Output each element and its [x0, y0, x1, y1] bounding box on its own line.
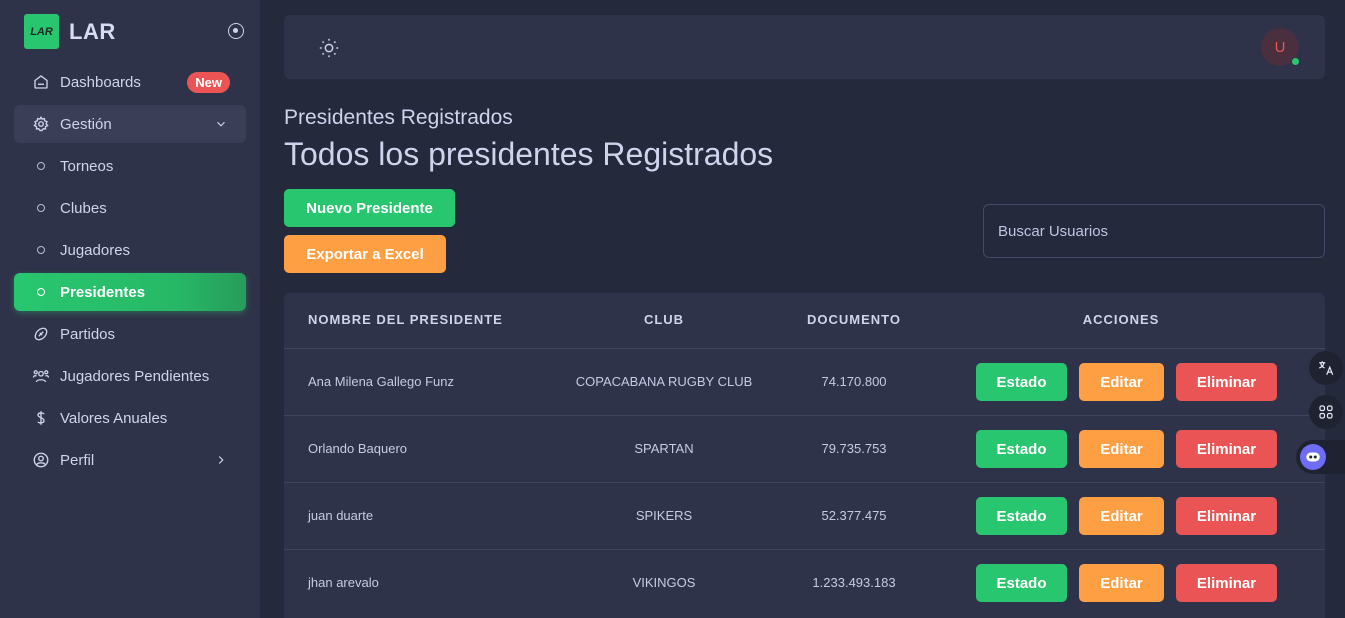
bot-face-icon — [1300, 444, 1326, 470]
sidebar-item-dashboards[interactable]: Dashboards New — [14, 63, 246, 101]
status-button[interactable]: Estado — [976, 497, 1067, 535]
page-title: Todos los presidentes Registrados — [284, 136, 774, 172]
sun-icon[interactable] — [318, 37, 340, 59]
sidebar-item-torneos[interactable]: Torneos — [14, 147, 246, 185]
sidebar-item-jugadores-pendientes[interactable]: Jugadores Pendientes — [14, 357, 246, 395]
delete-button[interactable]: Eliminar — [1176, 430, 1277, 468]
user-circle-icon — [32, 451, 50, 469]
delete-button[interactable]: Eliminar — [1176, 564, 1277, 602]
apps-grid-icon[interactable] — [1309, 395, 1343, 429]
gear-icon — [32, 115, 50, 133]
club-name: COPACABANA RUGBY CLUB — [575, 374, 753, 389]
sidebar-item-presidentes[interactable]: Presidentes — [14, 273, 246, 311]
document-number: 1.233.493.183 — [812, 575, 896, 590]
export-excel-button[interactable]: Exportar a Excel — [284, 235, 446, 273]
document-number: 74.170.800 — [821, 374, 887, 389]
table-row: Ana Milena Gallego Funz COPACABANA RUGBY… — [284, 348, 1325, 415]
football-icon — [32, 325, 50, 343]
status-button[interactable]: Estado — [976, 564, 1067, 602]
sidebar-item-label: Torneos — [60, 157, 114, 175]
sidebar-item-label: Perfil — [60, 451, 95, 469]
status-button[interactable]: Estado — [976, 363, 1067, 401]
sidebar-item-clubes[interactable]: Clubes — [14, 189, 246, 227]
sidebar-item-perfil[interactable]: Perfil — [14, 441, 246, 479]
column-header-document: DOCUMENTO — [807, 312, 901, 327]
sidebar-item-label: Jugadores — [60, 241, 131, 259]
delete-button[interactable]: Eliminar — [1176, 363, 1277, 401]
translate-icon[interactable] — [1309, 351, 1343, 385]
president-name: jhan arevalo — [308, 575, 379, 590]
table-row: juan duarte SPIKERS 52.377.475 Estado Ed… — [284, 482, 1325, 549]
column-header-club: CLUB — [643, 312, 685, 327]
circle-icon — [37, 162, 45, 170]
club-name: SPIKERS — [635, 508, 693, 523]
home-icon — [32, 73, 50, 91]
club-name: SPARTAN — [634, 441, 694, 456]
sidebar-item-partidos[interactable]: Partidos — [14, 315, 246, 353]
new-badge: New — [187, 72, 230, 93]
presidents-table: NOMBRE DEL PRESIDENTE CLUB DOCUMENTO ACC… — [284, 293, 1325, 618]
status-button[interactable]: Estado — [976, 430, 1067, 468]
sidebar-item-label: Partidos — [60, 325, 116, 343]
chevron-right-icon — [218, 456, 224, 464]
sidebar-item-label: Dashboards — [60, 73, 141, 91]
column-header-name: NOMBRE DEL PRESIDENTE — [308, 312, 503, 327]
sidebar-item-jugadores[interactable]: Jugadores — [14, 231, 246, 269]
president-name: Ana Milena Gallego Funz — [308, 374, 454, 389]
circle-icon — [37, 288, 45, 296]
club-name: VIKINGOS — [632, 575, 696, 590]
edit-button[interactable]: Editar — [1079, 497, 1164, 535]
topbar: U — [284, 15, 1325, 79]
circle-icon — [37, 204, 45, 212]
sidebar-item-label: Presidentes — [60, 283, 146, 301]
page-subtitle: Presidentes Registrados — [284, 106, 513, 129]
chevron-down-icon — [217, 121, 225, 127]
document-number: 79.735.753 — [821, 441, 887, 456]
sidebar: LAR LAR Dashboards New Gestión Torneos C… — [0, 0, 260, 618]
users-icon — [32, 367, 50, 385]
sidebar-toggle-icon[interactable] — [228, 23, 244, 39]
online-status-dot — [1291, 57, 1300, 66]
sidebar-item-valores-anuales[interactable]: Valores Anuales — [14, 399, 246, 437]
assistant-bot-icon[interactable] — [1296, 440, 1345, 474]
circle-icon — [37, 246, 45, 254]
search-input[interactable] — [983, 204, 1325, 258]
sidebar-item-label: Valores Anuales — [60, 409, 168, 427]
sidebar-item-label: Clubes — [60, 199, 107, 217]
president-name: juan duarte — [308, 508, 374, 523]
brand-name: LAR — [69, 18, 116, 44]
edit-button[interactable]: Editar — [1079, 564, 1164, 602]
brand-logo: LAR — [24, 14, 59, 49]
dollar-icon — [32, 409, 50, 427]
table-row: jhan arevalo VIKINGOS 1.233.493.183 Esta… — [284, 549, 1325, 616]
document-number: 52.377.475 — [821, 508, 887, 523]
sidebar-item-label: Gestión — [60, 115, 112, 133]
brand[interactable]: LAR LAR — [24, 14, 116, 49]
sidebar-item-gestion[interactable]: Gestión — [14, 105, 246, 143]
column-header-actions: ACCIONES — [1082, 312, 1160, 327]
delete-button[interactable]: Eliminar — [1176, 497, 1277, 535]
edit-button[interactable]: Editar — [1079, 430, 1164, 468]
table-row: Orlando Baquero SPARTAN 79.735.753 Estad… — [284, 415, 1325, 482]
sidebar-item-label: Jugadores Pendientes — [60, 367, 210, 385]
new-president-button[interactable]: Nuevo Presidente — [284, 189, 455, 227]
edit-button[interactable]: Editar — [1079, 363, 1164, 401]
president-name: Orlando Baquero — [308, 441, 408, 456]
